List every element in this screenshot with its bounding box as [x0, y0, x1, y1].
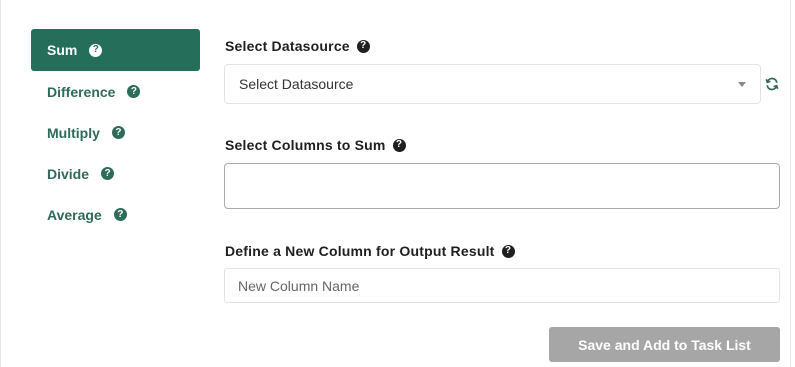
help-icon[interactable]: ? — [392, 138, 406, 152]
help-icon[interactable]: ? — [113, 208, 127, 221]
datasource-label-text: Select Datasource — [225, 38, 350, 54]
help-icon[interactable]: ? — [111, 126, 125, 139]
sidebar-item-divide[interactable]: Divide ? — [31, 153, 200, 194]
operation-sidebar: Sum ? Difference ? Multiply ? Divide ? A… — [31, 29, 200, 235]
datasource-select[interactable]: Select Datasource — [224, 64, 761, 104]
sidebar-item-label: Difference — [47, 83, 116, 100]
sidebar-item-multiply[interactable]: Multiply ? — [31, 112, 200, 153]
help-icon[interactable]: ? — [101, 167, 115, 180]
sidebar-item-label: Sum — [47, 42, 78, 58]
sidebar-item-average[interactable]: Average ? — [31, 194, 200, 235]
sidebar-item-label: Average — [47, 206, 102, 223]
new-column-name-input[interactable] — [224, 268, 780, 303]
columns-label-text: Select Columns to Sum — [225, 137, 386, 153]
datasource-label: Select Datasource ? — [225, 38, 370, 54]
help-icon[interactable]: ? — [501, 244, 515, 258]
output-label-text: Define a New Column for Output Result — [225, 243, 495, 259]
sidebar-item-label: Divide — [47, 165, 90, 182]
output-label: Define a New Column for Output Result ? — [225, 243, 515, 259]
help-icon[interactable]: ? — [89, 43, 103, 57]
columns-label: Select Columns to Sum ? — [225, 137, 406, 153]
columns-multiselect[interactable] — [224, 163, 780, 209]
help-icon[interactable]: ? — [127, 85, 141, 98]
save-and-add-button[interactable]: Save and Add to Task List — [549, 327, 780, 362]
help-icon[interactable]: ? — [356, 39, 370, 53]
sidebar-item-sum[interactable]: Sum ? — [31, 29, 200, 71]
datasource-selected-value: Select Datasource — [239, 76, 354, 92]
sidebar-item-difference[interactable]: Difference ? — [31, 71, 200, 112]
chevron-down-icon — [738, 82, 746, 87]
refresh-icon[interactable] — [765, 77, 779, 91]
sidebar-item-label: Multiply — [47, 124, 100, 141]
